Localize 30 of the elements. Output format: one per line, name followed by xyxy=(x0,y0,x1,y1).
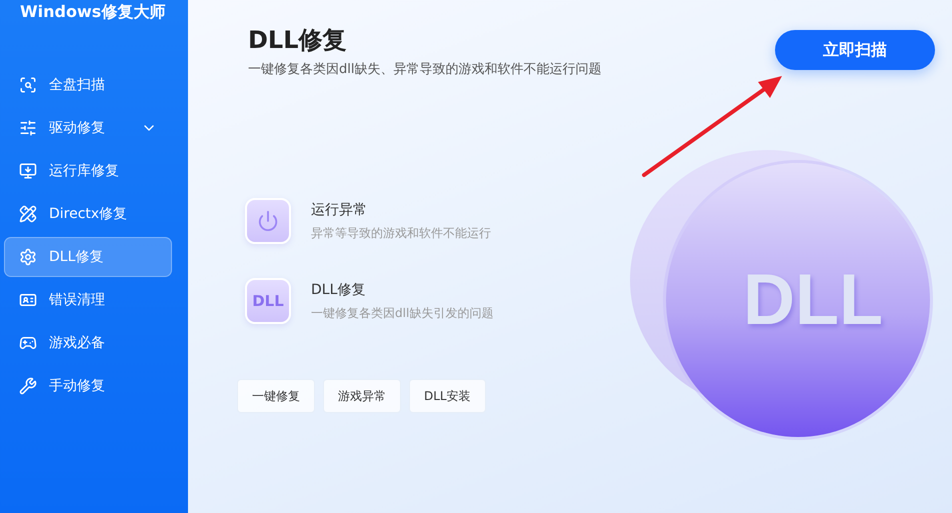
feature-description: 一键修复各类因dll缺失引发的问题 xyxy=(311,304,494,322)
monitor-download-icon xyxy=(19,162,37,180)
disc-label: DLL xyxy=(743,259,883,341)
power-icon xyxy=(245,198,291,244)
dll-icon: DLL xyxy=(245,278,291,324)
feature-title: 运行异常 xyxy=(311,200,368,218)
tag-button[interactable]: 游戏异常 xyxy=(323,379,401,413)
sidebar-item[interactable]: 全盘扫描 xyxy=(4,65,172,105)
pencil-ruler-icon xyxy=(19,205,37,223)
sidebar-item[interactable]: 游戏必备 xyxy=(4,323,172,363)
feature-title: DLL修复 xyxy=(311,280,366,298)
sliders-icon xyxy=(19,119,37,137)
sidebar-item[interactable]: 驱动修复 xyxy=(4,108,172,148)
app-title: Windows修复大师 xyxy=(19,1,166,23)
scan-icon xyxy=(19,76,37,94)
sidebar-item[interactable]: Directx修复 xyxy=(4,194,172,234)
sidebar-item[interactable]: 错误清理 xyxy=(4,280,172,320)
sidebar-item[interactable]: DLL修复 xyxy=(4,237,172,277)
page-subtitle: 一键修复各类因dll缺失、异常导致的游戏和软件不能运行问题 xyxy=(248,61,602,78)
settings-icon xyxy=(19,248,37,266)
page-title: DLL修复 xyxy=(248,25,348,56)
tag-button[interactable]: 一键修复 xyxy=(237,379,315,413)
sidebar-item[interactable]: 运行库修复 xyxy=(4,151,172,191)
wrench-icon xyxy=(19,377,37,395)
id-card-icon xyxy=(19,291,37,309)
scan-button[interactable]: 立即扫描 xyxy=(775,30,935,70)
feature-description: 异常等导致的游戏和软件不能运行 xyxy=(311,224,491,242)
gamepad-icon xyxy=(19,334,37,352)
sidebar-item[interactable]: 手动修复 xyxy=(4,366,172,406)
tag-button[interactable]: DLL安装 xyxy=(409,379,486,413)
